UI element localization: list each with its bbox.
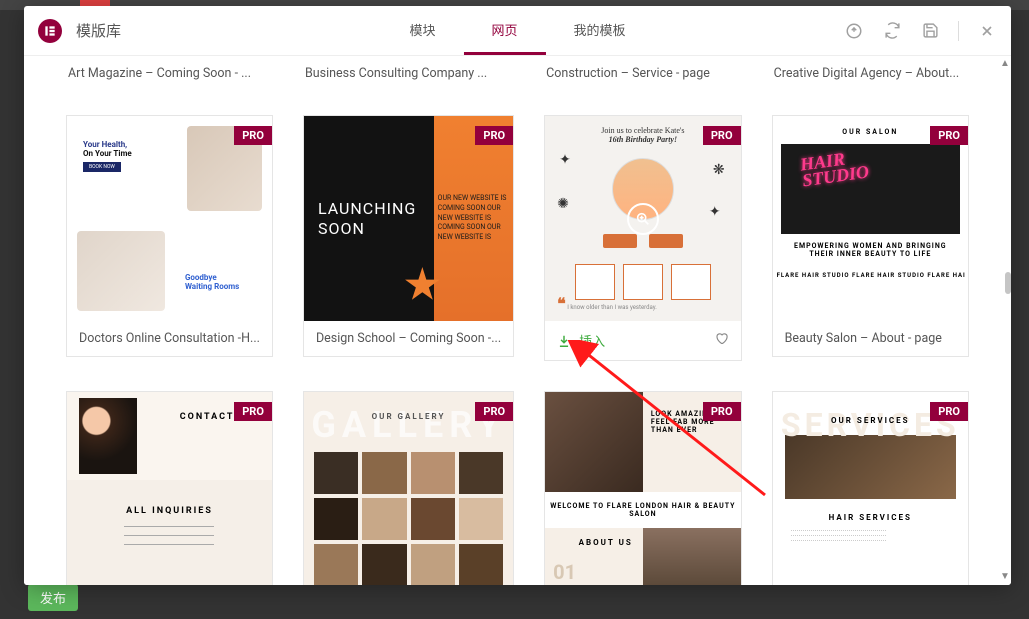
modal-title: 模版库 xyxy=(76,20,121,41)
template-card[interactable]: Construction – Service - page xyxy=(544,62,741,85)
pro-badge: PRO xyxy=(234,126,272,145)
pro-badge: PRO xyxy=(930,126,968,145)
modal-header: 模版库 模块 网页 我的模板 xyxy=(24,6,1011,56)
tab-pages[interactable]: 网页 xyxy=(463,6,545,55)
template-library-modal: 模版库 模块 网页 我的模板 Art Magazine – xyxy=(24,6,1011,585)
template-title: Doctors Online Consultation -H... xyxy=(67,321,272,356)
template-card-birthday-hovered[interactable]: PRO Join us to celebrate Kate's 16th Bir… xyxy=(544,115,741,361)
template-card-services[interactable]: PRO SERVICES OUR SERVICES HAIR SERVICES xyxy=(772,391,969,585)
publish-button[interactable]: 发布 xyxy=(28,584,78,611)
pro-badge: PRO xyxy=(930,402,968,421)
template-card[interactable]: Art Magazine – Coming Soon - ... xyxy=(66,62,273,85)
tab-blocks[interactable]: 模块 xyxy=(381,6,463,55)
pro-badge: PRO xyxy=(703,126,741,145)
template-card-gallery[interactable]: PRO GALLERY OUR GALLERY xyxy=(303,391,514,585)
templates-grid-container: Art Magazine – Coming Soon - ... Busines… xyxy=(24,56,1011,585)
pro-badge: PRO xyxy=(703,402,741,421)
template-card[interactable]: Creative Digital Agency – About... xyxy=(772,62,969,85)
save-icon[interactable] xyxy=(920,21,940,41)
header-actions xyxy=(844,21,997,41)
pro-badge: PRO xyxy=(475,402,513,421)
magnify-icon[interactable] xyxy=(627,203,659,235)
elementor-logo xyxy=(38,19,62,43)
scroll-down-icon[interactable]: ▼ xyxy=(999,571,1011,583)
template-title: Business Consulting Company ... xyxy=(303,62,514,85)
template-title: Construction – Service - page xyxy=(544,62,741,85)
template-card-design-school[interactable]: PRO LAUNCHING SOON OUR NEW WEBSITE IS CO… xyxy=(303,115,514,361)
scroll-thumb[interactable] xyxy=(1005,272,1011,294)
insert-button[interactable]: 插入 xyxy=(557,331,605,350)
template-card[interactable]: Business Consulting Company ... xyxy=(303,62,514,85)
template-title: Art Magazine – Coming Soon - ... xyxy=(66,62,273,85)
tab-my-templates[interactable]: 我的模板 xyxy=(546,6,654,55)
insert-label: 插入 xyxy=(579,331,605,350)
template-card-beauty-about[interactable]: PRO OUR SALON HAIR STUDIO EMPOWERING WOM… xyxy=(772,115,969,361)
import-icon[interactable] xyxy=(844,21,864,41)
template-card-doctors[interactable]: PRO Your Health, On Your Time BOOK NOW G… xyxy=(66,115,273,361)
template-title: Beauty Salon – About - page xyxy=(773,321,968,356)
template-card-salon-home[interactable]: PRO LOOK AMAZING & FEEL FAB MORE THAN EV… xyxy=(544,391,741,585)
template-title: Design School – Coming Soon -... xyxy=(304,321,513,356)
scrollbar[interactable]: ▲ ▼ xyxy=(997,58,1013,583)
template-card-contact[interactable]: PRO CONTACT US ALL INQUIRIES xyxy=(66,391,273,585)
scroll-up-icon[interactable]: ▲ xyxy=(999,58,1011,70)
favorite-icon[interactable] xyxy=(714,331,729,350)
tabs-nav: 模块 网页 我的模板 xyxy=(381,6,653,55)
pro-badge: PRO xyxy=(475,126,513,145)
sync-icon[interactable] xyxy=(882,21,902,41)
template-title: Creative Digital Agency – About... xyxy=(772,62,969,85)
pro-badge: PRO xyxy=(234,402,272,421)
close-icon[interactable] xyxy=(977,21,997,41)
